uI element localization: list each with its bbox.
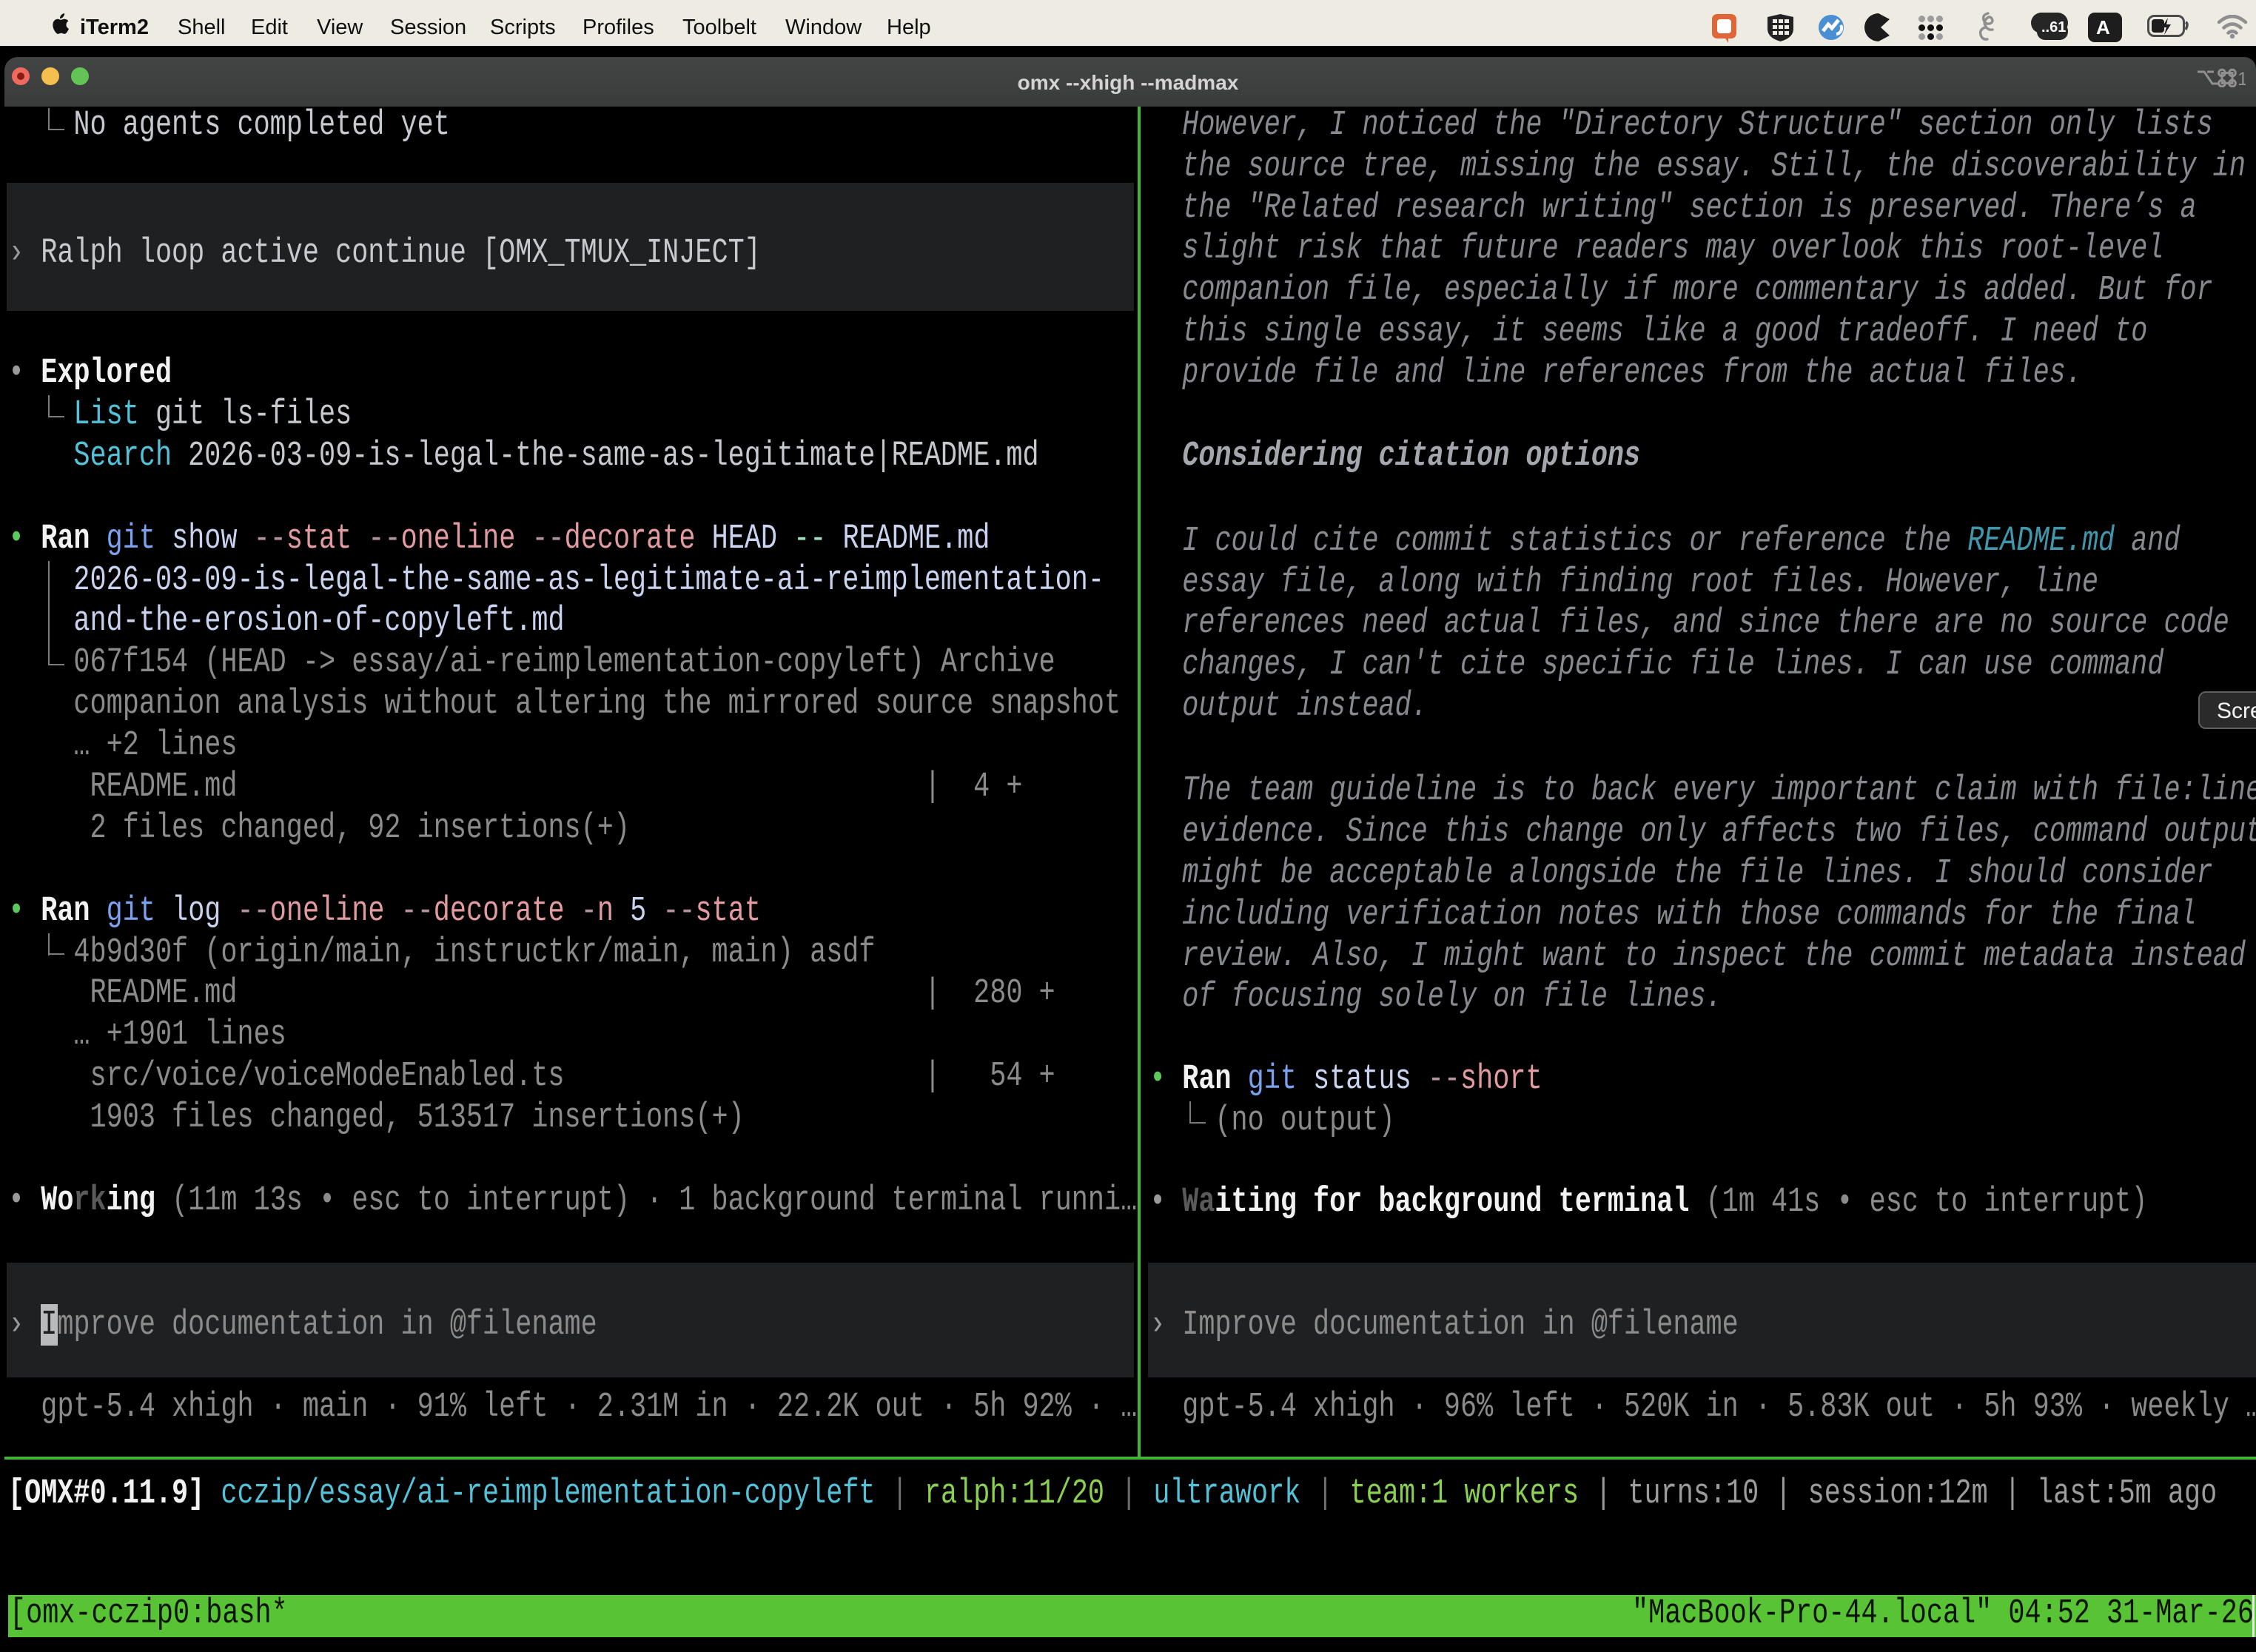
svg-text:1: 1 (2237, 69, 2246, 87)
